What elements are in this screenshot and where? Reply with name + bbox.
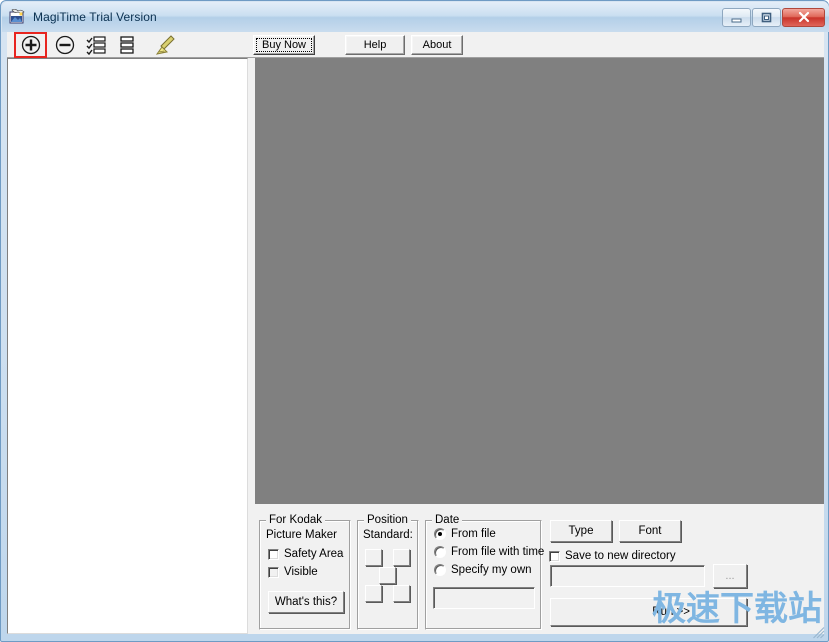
right-panel: For Kodak Picture Maker Safety Area Visi… <box>255 58 824 634</box>
visible-label: Visible <box>284 566 318 578</box>
position-subtitle: Standard: <box>363 529 413 541</box>
position-group: Position Standard: <box>357 514 419 630</box>
kodak-group: For Kodak Picture Maker Safety Area Visi… <box>259 514 351 630</box>
visible-checkbox: Visible <box>268 566 318 578</box>
buy-now-button[interactable]: Buy Now <box>253 34 315 55</box>
maximize-button[interactable] <box>752 7 781 27</box>
checkbox-box <box>549 550 560 562</box>
radio-from-file-label: From file <box>451 528 496 540</box>
radio-from-file[interactable]: From file <box>434 528 496 540</box>
position-group-caption: Position <box>364 514 411 526</box>
list-button[interactable] <box>111 32 142 57</box>
list-icon <box>119 35 134 54</box>
photo-app-icon <box>9 8 26 25</box>
resize-grip[interactable] <box>812 626 825 639</box>
whats-this-button[interactable]: What's this? <box>268 591 344 613</box>
position-cell-top-right[interactable] <box>393 549 410 566</box>
list-checked-icon <box>86 35 106 55</box>
date-group: Date From file From file with time Speci… <box>425 514 544 630</box>
options-panel: For Kodak Picture Maker Safety Area Visi… <box>255 508 824 634</box>
maximize-icon <box>761 12 772 22</box>
date-group-caption: Date <box>432 514 463 526</box>
client-area: For Kodak Picture Maker Safety Area Visi… <box>7 58 824 634</box>
file-list-panel[interactable] <box>7 58 248 634</box>
custom-date-input[interactable] <box>433 587 535 609</box>
about-button[interactable]: About <box>411 34 463 55</box>
run-button[interactable]: Run >> <box>550 598 747 626</box>
position-cell-bottom-right[interactable] <box>393 585 410 602</box>
application-window: MagiTime Trial Version Buy Now Help Abou… <box>0 0 829 642</box>
position-cell-top-left[interactable] <box>365 549 382 566</box>
checkbox-box <box>268 548 279 560</box>
image-preview-area[interactable] <box>255 58 824 504</box>
font-button[interactable]: Font <box>619 520 681 542</box>
radio-from-file-with-time-label: From file with time <box>451 546 545 558</box>
save-to-new-directory-label: Save to new directory <box>565 550 676 562</box>
position-cell-center[interactable] <box>379 567 396 584</box>
close-button[interactable] <box>782 7 825 27</box>
toolbar: Buy Now Help About <box>7 31 824 58</box>
radio-specify-my-own[interactable]: Specify my own <box>434 564 532 576</box>
position-cell-bottom-left[interactable] <box>365 585 382 602</box>
broom-icon <box>155 34 175 55</box>
clean-button[interactable] <box>150 32 181 57</box>
safety-area-checkbox[interactable]: Safety Area <box>268 548 343 560</box>
buy-now-label: Buy Now <box>256 37 312 52</box>
zoom-out-icon <box>55 35 74 54</box>
radio-specify-my-own-label: Specify my own <box>451 564 532 576</box>
minimize-button[interactable] <box>722 7 751 27</box>
window-title: MagiTime Trial Version <box>33 10 157 24</box>
directory-input[interactable] <box>550 565 705 587</box>
run-button-label: Run >> <box>652 606 690 618</box>
checklist-button[interactable] <box>80 32 111 57</box>
radio-circle <box>434 546 446 558</box>
zoom-in-icon <box>21 35 40 54</box>
radio-circle <box>434 564 446 576</box>
type-button[interactable]: Type <box>550 520 612 542</box>
panel-splitter[interactable] <box>248 58 255 634</box>
save-to-new-directory-checkbox[interactable]: Save to new directory <box>549 550 676 562</box>
kodak-subtitle: Picture Maker <box>266 529 337 541</box>
safety-area-label: Safety Area <box>284 548 344 560</box>
title-bar: MagiTime Trial Version <box>2 2 829 32</box>
zoom-out-button[interactable] <box>49 32 80 57</box>
checkbox-box <box>268 566 279 578</box>
help-button[interactable]: Help <box>345 34 405 55</box>
close-icon <box>798 11 809 23</box>
zoom-in-button[interactable] <box>14 31 47 58</box>
radio-from-file-with-time[interactable]: From file with time <box>434 546 544 558</box>
kodak-group-caption: For Kodak <box>266 514 326 526</box>
minimize-icon <box>731 18 742 22</box>
browse-button[interactable]: ... <box>713 564 747 588</box>
radio-circle <box>434 528 446 540</box>
